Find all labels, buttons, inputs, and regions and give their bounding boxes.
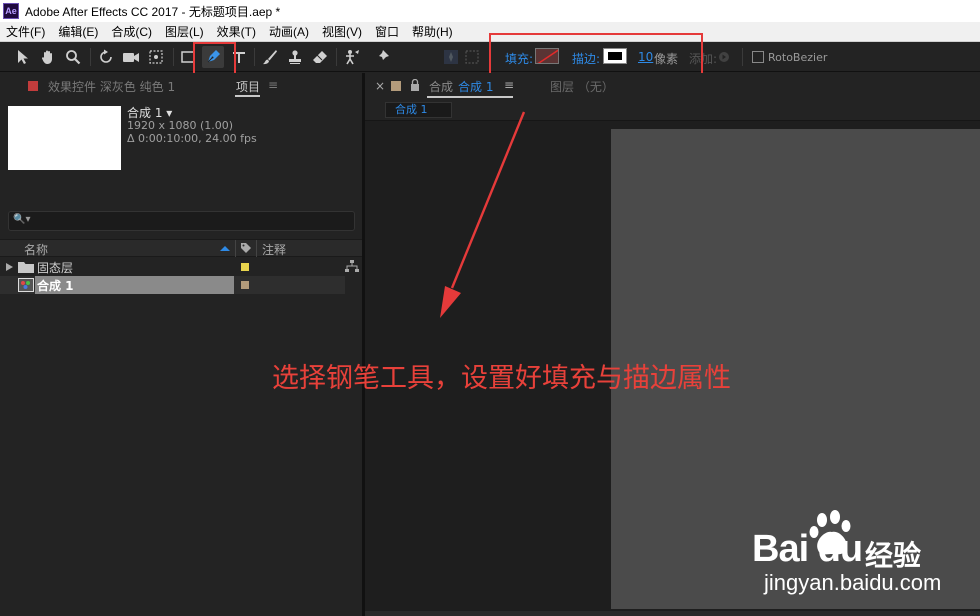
effects-panel-icon: [28, 81, 38, 91]
search-icon: 🔍▾: [13, 214, 31, 225]
tab-layer[interactable]: 图层 （无）: [550, 78, 614, 95]
column-name[interactable]: 名称: [24, 241, 48, 258]
stroke-label[interactable]: 描边:: [572, 50, 600, 67]
tab-menu-icon[interactable]: ≡: [504, 78, 514, 92]
stroke-color-chip: [608, 52, 622, 60]
row-label: 固态层: [37, 261, 74, 275]
type-tool-icon[interactable]: [228, 46, 250, 68]
title-bar: Ae Adobe After Effects CC 2017 - 无标题项目.a…: [0, 0, 980, 22]
toolbar-divider: [254, 48, 255, 66]
eraser-tool-icon[interactable]: [309, 46, 331, 68]
preview-resolution: 1920 x 1080 (1.00): [127, 119, 234, 132]
label-color-chip[interactable]: [241, 263, 249, 271]
selection-tool-icon[interactable]: [12, 46, 34, 68]
panel-menu-icon[interactable]: ≡: [268, 78, 278, 92]
rotobezier-checkbox[interactable]: [752, 51, 764, 63]
add-dropdown-icon[interactable]: [716, 46, 732, 68]
toolbar-divider: [173, 48, 174, 66]
project-row-comp[interactable]: 合成 1: [0, 276, 345, 294]
active-tab-indicator: [235, 95, 260, 97]
menu-layer[interactable]: 图层(L): [159, 23, 211, 40]
comp-thumbnail: [8, 106, 121, 170]
label-tag-icon[interactable]: [240, 242, 252, 254]
label-color-chip[interactable]: [241, 281, 249, 289]
add-label: 添加:: [689, 52, 718, 66]
menu-composition[interactable]: 合成(C): [105, 23, 159, 40]
tab-effect-controls[interactable]: 效果控件 深灰色 纯色 1: [48, 78, 175, 95]
roto-brush-tool-icon[interactable]: [341, 46, 363, 68]
rotobezier-label: RotoBezier: [768, 51, 828, 64]
project-row-solids-folder[interactable]: 固态层: [0, 258, 359, 276]
tab-comp-prefix: 合成: [429, 80, 454, 94]
project-panel: 效果控件 深灰色 纯色 1 项目 ≡ 合成 1 ▾ 1920 x 1080 (1…: [0, 73, 362, 616]
sort-ascending-icon[interactable]: [219, 245, 231, 252]
clone-stamp-tool-icon[interactable]: [284, 46, 306, 68]
local-axis-icon[interactable]: [440, 46, 462, 68]
project-search-input[interactable]: 🔍▾: [8, 211, 355, 231]
watermark-url: jingyan.baidu.com: [764, 570, 942, 595]
menu-file[interactable]: 文件(F): [0, 23, 52, 40]
project-column-header: 名称 注释: [0, 239, 362, 257]
pen-tool-icon[interactable]: [202, 46, 224, 68]
pan-behind-tool-icon[interactable]: [145, 46, 167, 68]
tutorial-annotation: 选择钢笔工具，设置好填充与描边属性: [272, 363, 731, 394]
brush-tool-icon[interactable]: [259, 46, 281, 68]
annotation-arrow-icon: [440, 111, 526, 318]
watermark-product: 经验: [865, 539, 922, 572]
zoom-tool-icon[interactable]: [62, 46, 84, 68]
menu-window[interactable]: 窗口: [369, 23, 406, 40]
tab-project[interactable]: 项目: [236, 78, 260, 95]
stroke-width-value[interactable]: 10: [638, 50, 653, 64]
menu-bar: 文件(F) 编辑(E) 合成(C) 图层(L) 效果(T) 动画(A) 视图(V…: [0, 22, 980, 42]
active-tab-indicator: [427, 96, 513, 98]
tools-panel: 填充: 描边: 10 像素 添加: RotoBezier: [0, 42, 980, 72]
row-label: 合成 1: [37, 279, 74, 293]
tab-composition[interactable]: 合成 1: [458, 78, 493, 95]
app-icon: Ae: [3, 3, 19, 19]
stroke-width-unit: 像素: [654, 52, 679, 66]
expand-arrow-icon[interactable]: [6, 263, 13, 271]
world-axis-icon[interactable]: [461, 46, 483, 68]
menu-animation[interactable]: 动画(A): [263, 23, 316, 40]
toolbar-divider: [742, 48, 743, 66]
composition-icon: [18, 278, 34, 292]
menu-help[interactable]: 帮助(H): [406, 23, 460, 40]
comp-label-color: [391, 81, 401, 91]
no-fill-slash-icon: [537, 49, 558, 63]
camera-tool-icon[interactable]: [120, 46, 142, 68]
fill-swatch[interactable]: [535, 48, 559, 64]
column-divider: [235, 240, 236, 257]
watermark-brand: Bai du: [752, 528, 863, 570]
composition-tab-bar: × 合成 合成 1 ≡ 图层 （无）: [365, 73, 980, 99]
baidu-watermark: Bai du 经验 jingyan.baidu.com: [752, 510, 972, 610]
fill-label[interactable]: 填充:: [505, 50, 533, 67]
close-tab-icon[interactable]: ×: [375, 79, 385, 93]
hand-tool-icon[interactable]: [37, 46, 59, 68]
preview-duration: Δ 0:00:10:00, 24.00 fps: [127, 132, 257, 145]
menu-view[interactable]: 视图(V): [316, 23, 369, 40]
lock-icon[interactable]: [410, 79, 420, 91]
column-comment[interactable]: 注释: [262, 241, 286, 258]
toolbar-divider: [336, 48, 337, 66]
folder-icon: [18, 262, 34, 273]
column-divider: [256, 240, 257, 257]
toolbar-divider: [90, 48, 91, 66]
window-title: Adobe After Effects CC 2017 - 无标题项目.aep …: [25, 4, 281, 19]
puppet-pin-tool-icon[interactable]: [371, 46, 393, 68]
viewer-footer: [365, 611, 980, 616]
rotate-tool-icon[interactable]: [95, 46, 117, 68]
stroke-swatch[interactable]: [603, 48, 627, 64]
menu-effect[interactable]: 效果(T): [211, 23, 263, 40]
flowchart-icon[interactable]: [345, 260, 359, 273]
rectangle-tool-icon[interactable]: [177, 46, 199, 68]
menu-edit[interactable]: 编辑(E): [52, 23, 105, 40]
